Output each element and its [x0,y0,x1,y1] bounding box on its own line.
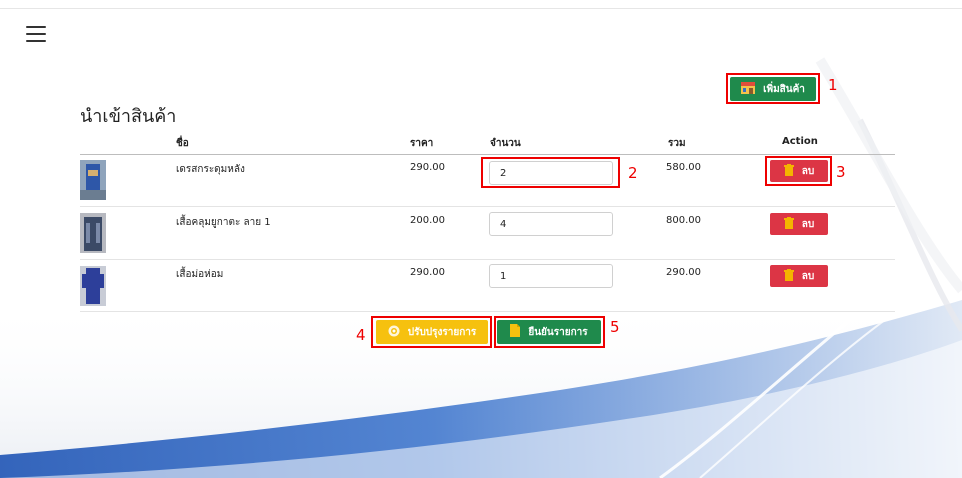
delete-button-3[interactable]: ลบ [770,265,828,287]
header-qty: จำนวน [490,138,521,149]
annotation-5: 5 [610,318,620,336]
top-divider [0,8,962,9]
product-name-1: เดรสกระดุมหลัง [176,164,245,175]
delete-label-1: ลบ [801,165,815,177]
add-product-label: เพิ่มสินค้า [763,83,805,95]
annotation-3: 3 [836,163,846,181]
trash-icon [783,163,794,179]
delete-button-2[interactable]: ลบ [770,213,828,235]
product-thumbnail-2 [80,213,106,253]
product-total-2: 800.00 [666,215,701,226]
update-list-label: ปรับปรุงรายการ [407,326,477,338]
row-divider-3 [80,311,895,312]
store-icon [741,81,756,97]
page-title: นำเข้าสินค้า [80,106,177,127]
document-icon [510,324,521,340]
quantity-input-3[interactable] [489,264,613,288]
hamburger-menu-icon[interactable] [26,26,46,42]
product-total-1: 580.00 [666,162,701,173]
delete-button-1[interactable]: ลบ [770,160,828,182]
add-product-button[interactable]: เพิ่มสินค้า [730,77,816,101]
header-price: ราคา [410,138,434,149]
product-total-3: 290.00 [666,267,701,278]
product-name-3: เสื้อม่อห่อม [176,269,224,280]
background-swoosh [0,57,962,478]
confirm-list-button[interactable]: ยืนยันรายการ [497,320,601,344]
annotation-4: 4 [356,326,366,344]
quantity-input-1[interactable] [489,161,613,185]
quantity-input-2[interactable] [489,212,613,236]
annotation-2: 2 [628,164,638,182]
row-divider-1 [80,206,895,207]
confirm-list-label: ยืนยันรายการ [528,326,588,338]
row-divider-2 [80,259,895,260]
update-list-button[interactable]: ปรับปรุงรายการ [376,320,488,344]
delete-label-3: ลบ [801,270,815,282]
header-divider [80,154,895,155]
trash-icon [783,268,794,284]
product-name-2: เสื้อคลุมยูกาตะ ลาย 1 [176,217,271,228]
annotation-1: 1 [828,76,838,94]
refresh-icon [388,325,400,340]
header-total: รวม [668,138,686,149]
delete-label-2: ลบ [801,218,815,230]
product-thumbnail-1 [80,160,106,200]
header-action: Action [782,136,818,147]
product-price-3: 290.00 [410,267,445,278]
trash-icon [783,216,794,232]
product-price-1: 290.00 [410,162,445,173]
header-name: ชื่อ [176,138,189,149]
product-price-2: 200.00 [410,215,445,226]
product-thumbnail-3 [80,266,106,306]
